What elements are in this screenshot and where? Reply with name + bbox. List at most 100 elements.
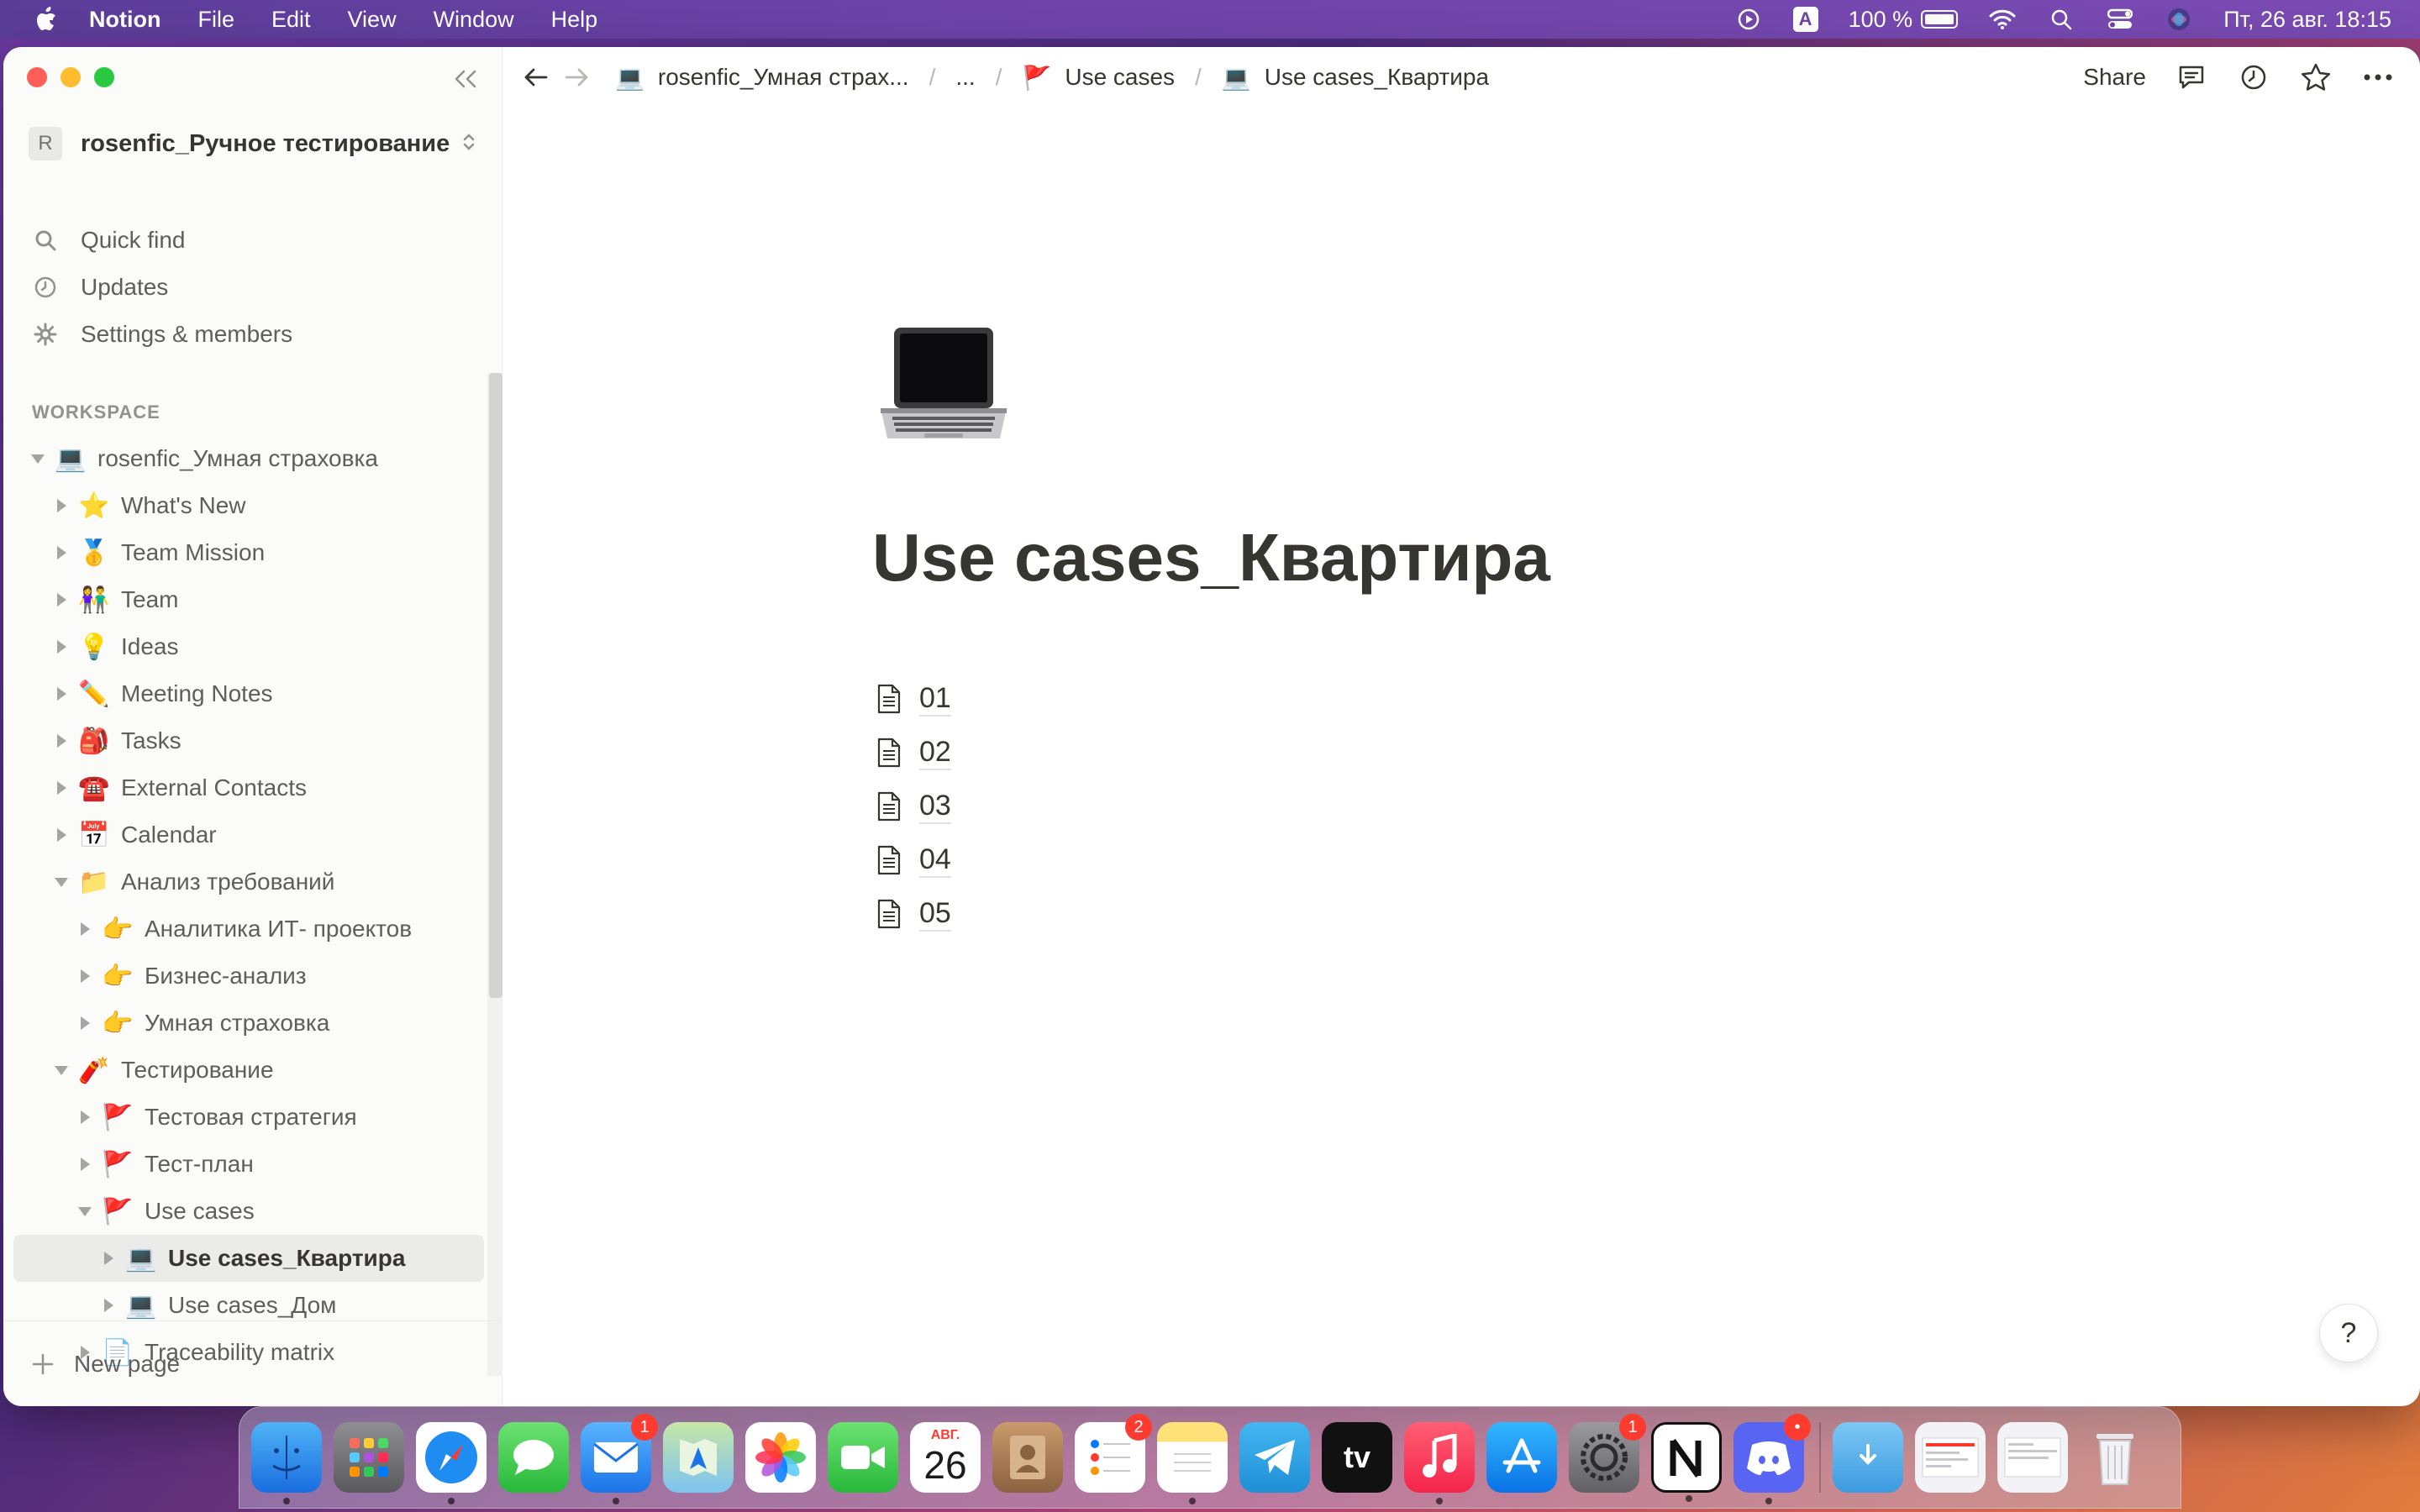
page-title[interactable]: Use cases_Квартира	[872, 519, 1550, 596]
notes-icon[interactable]	[1157, 1422, 1228, 1504]
zoom-window-button[interactable]	[94, 67, 114, 87]
system-settings-icon[interactable]: 1	[1569, 1414, 1646, 1493]
sidebar-tree-item[interactable]: 🚩 Use cases	[13, 1188, 484, 1235]
subpage-link[interactable]: 04	[872, 833, 951, 887]
contacts-icon[interactable]	[992, 1422, 1063, 1493]
minimize-window-button[interactable]	[60, 67, 81, 87]
new-page-button[interactable]: New page	[3, 1320, 502, 1406]
sidebar-tree-item[interactable]: 🚩 Тест-план	[13, 1141, 484, 1188]
caret-right-icon[interactable]	[99, 1296, 118, 1315]
photos-icon[interactable]	[745, 1422, 816, 1493]
history-clock-icon[interactable]	[2237, 60, 2270, 94]
input-source-icon[interactable]: A	[1792, 7, 1818, 32]
apple-menu-icon[interactable]	[32, 5, 60, 34]
mail-icon[interactable]: 1	[581, 1414, 658, 1504]
caret-right-icon[interactable]	[76, 1155, 94, 1173]
menu-help[interactable]: Help	[551, 7, 598, 33]
menu-app-name[interactable]: Notion	[89, 7, 160, 33]
screenshot-thumbnail-icon[interactable]	[1997, 1422, 2068, 1493]
caret-right-icon[interactable]	[76, 920, 94, 938]
caret-right-icon[interactable]	[52, 638, 71, 656]
close-window-button[interactable]	[27, 67, 47, 87]
document-thumbnail-icon[interactable]	[1915, 1422, 1986, 1493]
siri-icon[interactable]	[2165, 5, 2193, 34]
caret-right-icon[interactable]	[76, 1108, 94, 1126]
menu-view[interactable]: View	[348, 7, 397, 33]
caret-right-icon[interactable]	[52, 685, 71, 703]
caret-right-icon[interactable]	[52, 779, 71, 797]
breadcrumb-current-page[interactable]: 💻 Use cases_Квартира	[1215, 60, 1496, 95]
sidebar-tree-item[interactable]: 📁 Анализ требований	[13, 858, 484, 906]
sidebar-tree-item[interactable]: 👉 Умная страховка	[13, 1000, 484, 1047]
discord-icon[interactable]: •	[1733, 1414, 1811, 1504]
caret-down-icon[interactable]	[52, 873, 71, 891]
caret-right-icon[interactable]	[99, 1249, 118, 1268]
screen-recording-icon[interactable]	[1734, 5, 1763, 34]
menu-edit[interactable]: Edit	[271, 7, 311, 33]
app-store-icon[interactable]	[1486, 1422, 1557, 1493]
caret-right-icon[interactable]	[52, 732, 71, 750]
forward-arrow-icon[interactable]	[558, 59, 595, 96]
trash-icon[interactable]	[2080, 1422, 2150, 1493]
sidebar-tree-item[interactable]: ☎️ External Contacts	[13, 764, 484, 811]
safari-icon[interactable]	[416, 1422, 487, 1504]
sidebar-tree-item[interactable]: ⭐ What's New	[13, 482, 484, 529]
spotlight-search-icon[interactable]	[2047, 5, 2075, 34]
caret-down-icon[interactable]	[52, 1061, 71, 1079]
maps-icon[interactable]	[663, 1422, 734, 1493]
apple-tv-icon[interactable]: tv	[1322, 1422, 1392, 1493]
sidebar-scroll-thumb[interactable]	[489, 373, 502, 998]
laptop-icon[interactable]	[872, 309, 1015, 452]
calendar-icon[interactable]: АВГ. 26	[910, 1422, 981, 1493]
settings-members-button[interactable]: Settings & members	[29, 312, 292, 356]
help-button[interactable]: ?	[2319, 1304, 2378, 1362]
subpage-link[interactable]: 03	[872, 780, 951, 833]
favorite-star-icon[interactable]	[2299, 60, 2333, 94]
music-icon[interactable]	[1404, 1422, 1475, 1504]
launchpad-icon[interactable]	[334, 1422, 404, 1493]
collapse-sidebar-icon[interactable]	[449, 62, 482, 96]
caret-right-icon[interactable]	[76, 967, 94, 985]
sidebar-tree-item[interactable]: 👉 Бизнес-анализ	[13, 953, 484, 1000]
sidebar-tree-item[interactable]: 👉 Аналитика ИТ- проектов	[13, 906, 484, 953]
telegram-icon[interactable]	[1239, 1422, 1310, 1493]
finder-icon[interactable]	[251, 1422, 322, 1504]
sidebar-tree-item[interactable]: 💻 rosenfic_Умная страховка	[13, 435, 484, 482]
back-arrow-icon[interactable]	[518, 59, 555, 96]
wifi-icon[interactable]	[1988, 5, 2017, 34]
sidebar-tree-item[interactable]: 🎒 Tasks	[13, 717, 484, 764]
updates-button[interactable]: Updates	[29, 265, 168, 309]
sidebar-tree-item[interactable]: 💡 Ideas	[13, 623, 484, 670]
sidebar-tree-item[interactable]: 💻 Use cases_Квартира	[13, 1235, 484, 1282]
reminders-icon[interactable]: 2	[1075, 1414, 1152, 1493]
menu-window[interactable]: Window	[434, 7, 514, 33]
subpage-link[interactable]: 05	[872, 887, 951, 941]
subpage-link[interactable]: 02	[872, 726, 951, 780]
sidebar-tree-item[interactable]: 🚩 Тестовая стратегия	[13, 1094, 484, 1141]
caret-down-icon[interactable]	[76, 1202, 94, 1221]
sidebar-tree-item[interactable]: ✏️ Meeting Notes	[13, 670, 484, 717]
caret-right-icon[interactable]	[76, 1014, 94, 1032]
facetime-icon[interactable]	[828, 1422, 898, 1493]
breadcrumb-ellipsis[interactable]: ...	[949, 60, 981, 94]
caret-right-icon[interactable]	[52, 543, 71, 562]
battery-status[interactable]: 100 %	[1849, 7, 1959, 33]
sidebar-tree-item[interactable]: 📅 Calendar	[13, 811, 484, 858]
caret-right-icon[interactable]	[52, 826, 71, 844]
comment-icon[interactable]	[2175, 60, 2208, 94]
notion-icon[interactable]	[1651, 1422, 1722, 1502]
quick-find-button[interactable]: Quick find	[29, 218, 186, 262]
messages-icon[interactable]	[498, 1422, 569, 1493]
share-button[interactable]: Share	[2083, 64, 2146, 91]
subpage-link[interactable]: 01	[872, 672, 951, 726]
caret-right-icon[interactable]	[52, 591, 71, 609]
more-options-icon[interactable]	[2361, 60, 2395, 94]
menu-clock[interactable]: Пт, 26 авг. 18:15	[2223, 7, 2391, 33]
workspace-switcher[interactable]: R rosenfic_Ручное тестирование	[29, 121, 476, 166]
downloads-folder-icon[interactable]	[1833, 1422, 1903, 1493]
caret-down-icon[interactable]	[29, 449, 47, 468]
sidebar-tree-item[interactable]: 🧨 Тестирование	[13, 1047, 484, 1094]
breadcrumb-use-cases[interactable]: 🚩 Use cases	[1015, 60, 1181, 95]
caret-right-icon[interactable]	[52, 496, 71, 515]
breadcrumb-workspace[interactable]: 💻 rosenfic_Умная страх...	[608, 60, 916, 95]
